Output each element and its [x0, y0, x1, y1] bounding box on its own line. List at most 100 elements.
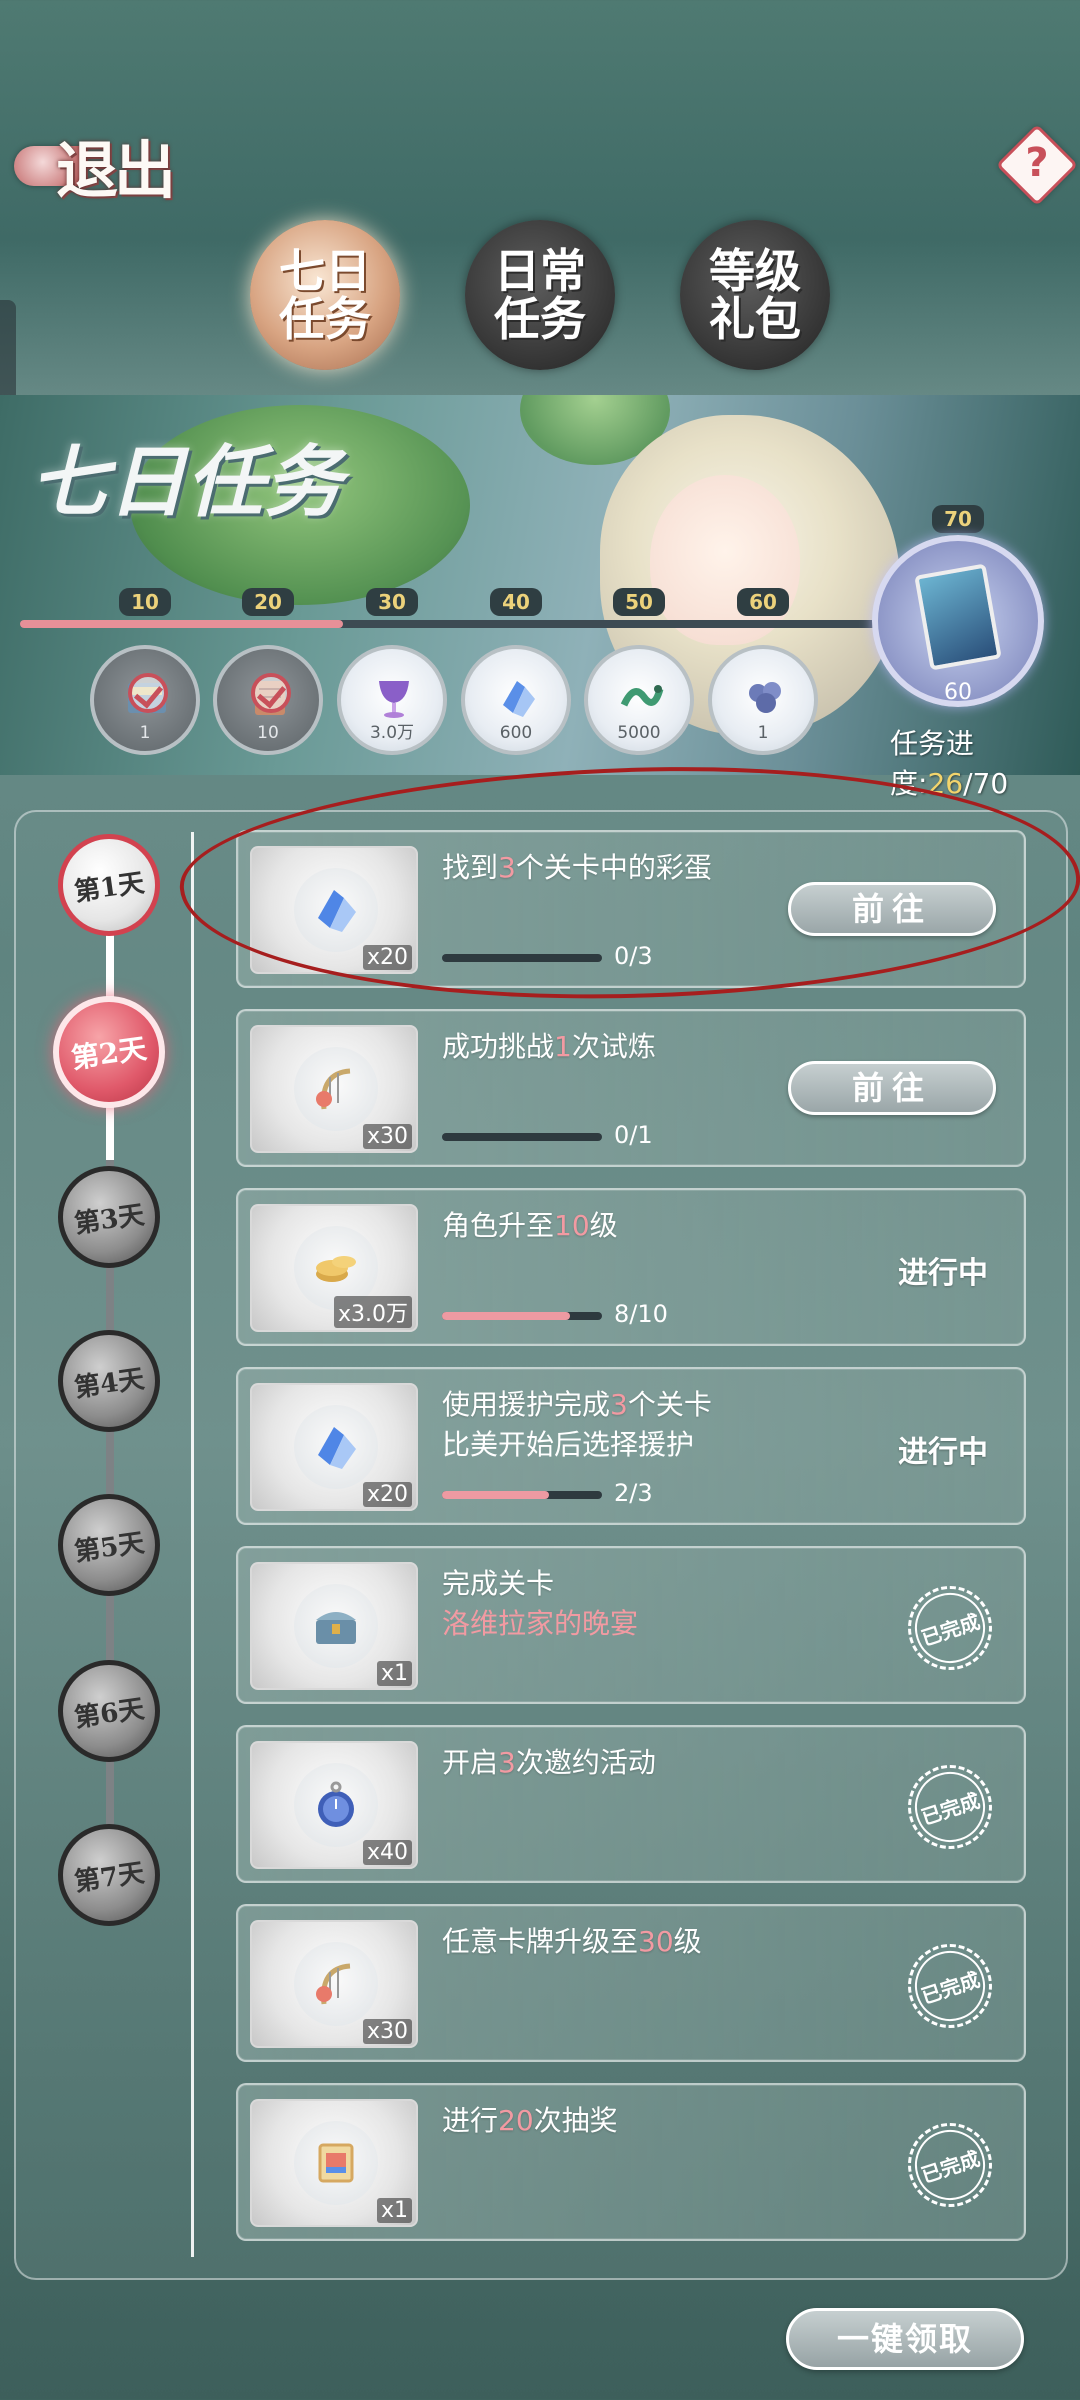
milestone-reward-20[interactable]: 10: [213, 645, 323, 755]
reward-item[interactable]: x1: [250, 2099, 418, 2227]
claim-all-button[interactable]: 一键领取: [786, 2308, 1024, 2370]
task-progress-text: 2/3: [614, 1479, 653, 1507]
milestone-label: 40: [490, 588, 542, 616]
task-title-pre: 任意卡牌升级至: [442, 1925, 639, 1958]
milestone-label: 30: [366, 588, 418, 616]
day-label: 第4天: [72, 1363, 147, 1404]
task-card: x3.0万 角色升至10级 8/10 进行中: [236, 1188, 1026, 1346]
day-tab-6[interactable]: 第6天: [58, 1660, 160, 1762]
reward-count: 10: [257, 723, 279, 743]
reward-count: 3.0万: [369, 723, 415, 743]
item-quantity: x3.0万: [333, 1296, 412, 1328]
task-title-number: 20: [498, 2104, 534, 2137]
day-tab-1[interactable]: 第1天: [58, 834, 160, 936]
day-label: 第2天: [69, 1031, 149, 1076]
day-label: 第6天: [72, 1693, 147, 1734]
task-title-number: 3: [610, 1388, 628, 1421]
day-label: 第5天: [72, 1527, 147, 1568]
day-tab-3[interactable]: 第3天: [58, 1166, 160, 1268]
task-title-post: 次抽奖: [533, 2104, 618, 2137]
task-title-pre: 使用援护完成: [442, 1388, 611, 1421]
task-progress-bar: [442, 1133, 602, 1141]
task-title: 成功挑战1次试炼: [442, 1027, 656, 1067]
milestone-reward-40[interactable]: 600: [461, 645, 571, 755]
tab-daily-tasks[interactable]: 日常任务: [465, 220, 615, 370]
purple-goblet-icon: [379, 681, 409, 718]
task-progress-max: /70: [963, 767, 1009, 800]
harp-rose-icon: [316, 1963, 351, 2005]
task-title-number: 30: [638, 1925, 674, 1958]
day-tab-4[interactable]: 第4天: [58, 1330, 160, 1432]
reward-item[interactable]: x40: [250, 1741, 418, 1869]
blue-crystal-ticket-icon: [503, 681, 535, 717]
task-title-post: 级: [673, 1925, 702, 1958]
harp-rose-icon: [316, 1068, 351, 1110]
task-title-post: 次试炼: [571, 1030, 656, 1063]
banner-title: 七日任务: [30, 437, 343, 528]
status-in-progress: 进行中: [898, 1435, 988, 1470]
stamp-ticket-icon: [318, 2143, 354, 2183]
exit-button[interactable]: 退出: [14, 120, 184, 210]
completed-stamp: 已完成: [905, 1941, 995, 2031]
tab-level-gift[interactable]: 等级礼包: [680, 220, 830, 370]
reward-count: 1: [139, 723, 151, 743]
task-subtitle: 比美开始后选择援护: [442, 1428, 695, 1461]
blue-bouquet-icon: [749, 682, 781, 713]
task-title-number: 3: [498, 1746, 516, 1779]
day-label: 第1天: [72, 867, 147, 908]
day-label: 第7天: [72, 1857, 147, 1898]
tab-seven-day-tasks[interactable]: 七日任务: [250, 220, 400, 370]
item-quantity: x30: [362, 1124, 412, 1149]
reward-item[interactable]: x30: [250, 1025, 418, 1153]
task-title-pre: 开启: [442, 1746, 499, 1779]
reward-item[interactable]: x20: [250, 1383, 418, 1511]
task-card: x1 完成关卡 洛维拉家的晚宴 已完成: [236, 1546, 1026, 1704]
character-card-icon: [914, 563, 1002, 671]
final-milestone-label: 70: [932, 505, 984, 533]
task-progress-text: 8/10: [614, 1300, 668, 1328]
task-title: 角色升至10级: [442, 1206, 618, 1246]
milestone-reward-50[interactable]: 5000: [584, 645, 694, 755]
task-title: 任意卡牌升级至30级: [442, 1922, 702, 1962]
day-tab-7[interactable]: 第7天: [58, 1824, 160, 1926]
milestone-reward-10[interactable]: 1: [90, 645, 200, 755]
task-progress-fill: [20, 620, 343, 628]
tab-label: 日常任务: [494, 243, 586, 346]
milestone-reward-60[interactable]: 1: [708, 645, 818, 755]
blue-crystal-ticket-icon: [318, 1427, 356, 1469]
task-title: 进行20次抽奖: [442, 2101, 618, 2141]
completed-stamp-label: 已完成: [905, 1941, 995, 2031]
completed-stamp: 已完成: [905, 1583, 995, 1673]
task-title: 使用援护完成3个关卡: [442, 1385, 712, 1425]
milestone-label: 60: [737, 588, 789, 616]
completed-stamp-label: 已完成: [905, 1583, 995, 1673]
completed-stamp-label: 已完成: [905, 1762, 995, 1852]
claimed-check-icon: [128, 673, 168, 713]
task-title-number: 1: [554, 1030, 572, 1063]
item-quantity: x30: [362, 2019, 412, 2044]
task-title-post: 次邀约活动: [515, 1746, 656, 1779]
reward-item[interactable]: x30: [250, 1920, 418, 2048]
gold-coins-icon: [316, 1256, 356, 1282]
day-label: 第3天: [72, 1199, 147, 1240]
go-button[interactable]: 前往: [788, 1061, 996, 1115]
item-quantity: x40: [362, 1840, 412, 1865]
day-tab-5[interactable]: 第5天: [58, 1494, 160, 1596]
item-quantity: x1: [376, 2198, 412, 2223]
milestone-reward-30[interactable]: 3.0万: [337, 645, 447, 755]
reward-item[interactable]: x3.0万: [250, 1204, 418, 1332]
pocket-watch-icon: [318, 1781, 354, 1827]
milestone-label: 50: [613, 588, 665, 616]
task-title-pre: 成功挑战: [442, 1030, 555, 1063]
day-tab-2[interactable]: 第2天: [53, 996, 165, 1108]
help-icon[interactable]: ?: [1022, 140, 1052, 186]
reward-item[interactable]: x1: [250, 1562, 418, 1690]
panel-divider: [191, 832, 194, 2257]
task-card: x30 任意卡牌升级至30级 已完成: [236, 1904, 1026, 2062]
task-title-post: 个关卡: [627, 1388, 712, 1421]
task-card: x1 进行20次抽奖 已完成: [236, 2083, 1026, 2241]
milestone-label: 10: [119, 588, 171, 616]
reward-count: 5000: [617, 723, 661, 743]
task-title-post: 级: [589, 1209, 618, 1242]
claimed-check-icon: [251, 673, 291, 713]
